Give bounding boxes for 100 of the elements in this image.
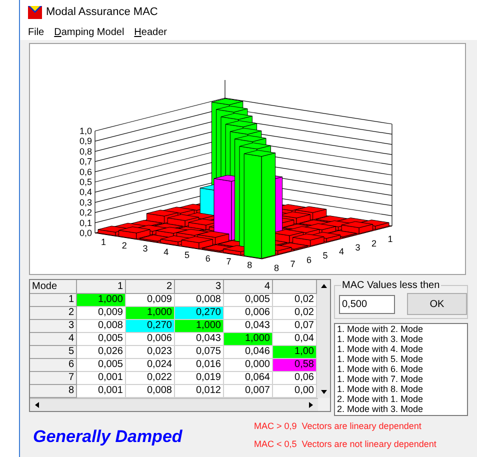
table-cell: 0,001 xyxy=(77,385,126,398)
axis-tick-label: 0,9 xyxy=(79,136,92,146)
table-cell: 0,009 xyxy=(77,307,126,320)
damping-label: Generally Damped xyxy=(32,426,184,448)
table-cell: 0,022 xyxy=(126,372,175,385)
axis-tick-label: 0,2 xyxy=(79,208,92,218)
axis-tick-label: 0,6 xyxy=(79,166,92,177)
axis-tick-label: 2 xyxy=(372,238,377,248)
threshold-field[interactable]: 0,500 xyxy=(339,294,395,314)
table-cell: 0,00 xyxy=(273,385,317,398)
list-item[interactable]: 1. Mode with 6. Mode xyxy=(337,364,467,374)
axis-tick-label: 6 xyxy=(205,253,210,264)
axis-tick-label: 5 xyxy=(184,250,190,260)
table-cell: 0,023 xyxy=(126,346,175,359)
axis-tick-label: 1 xyxy=(101,237,106,247)
table-cell: 0,043 xyxy=(224,320,273,333)
row-header: 3 xyxy=(30,320,77,333)
row-header: 2 xyxy=(30,307,77,320)
table-cell: 0,008 xyxy=(126,385,175,398)
column-header: Mode xyxy=(30,280,77,294)
table-cell: 0,009 xyxy=(126,294,175,307)
table-cell: 0,007 xyxy=(224,385,273,398)
table-cell: 1,000 xyxy=(77,294,126,307)
axis-tick-label: 4 xyxy=(164,246,169,257)
column-header: 1 xyxy=(77,280,126,294)
axis-tick-label: 6 xyxy=(306,254,312,265)
table-cell: 0,016 xyxy=(175,359,224,372)
scroll-up-icon[interactable] xyxy=(320,282,328,290)
table-cell: 1,000 xyxy=(224,333,273,346)
table-cell: 0,005 xyxy=(77,359,126,372)
window-title: Modal Assurance MAC xyxy=(46,4,158,20)
vertical-scrollbar[interactable] xyxy=(317,280,330,398)
list-item[interactable]: 2. Mode with 3. Mode xyxy=(337,404,467,414)
axis-tick-label: 0,5 xyxy=(79,177,92,187)
scroll-right-icon[interactable] xyxy=(307,401,315,409)
table-cell: 1,000 xyxy=(126,307,175,320)
axis-tick-label: 8 xyxy=(274,263,280,273)
menu-item[interactable]: Damping Model xyxy=(54,24,124,40)
horizontal-scrollbar[interactable] xyxy=(30,398,318,411)
column-header: 4 xyxy=(224,280,273,294)
menu-item[interactable]: Header xyxy=(134,24,167,40)
axis-tick-label: 0,4 xyxy=(79,187,92,198)
menu-item[interactable]: File xyxy=(28,24,44,40)
table-cell: 0,064 xyxy=(224,372,273,385)
table-cell: 0,02 xyxy=(273,294,317,307)
row-header: 6 xyxy=(30,359,77,372)
axis-tick-label: 1,0 xyxy=(79,126,92,136)
list-item[interactable]: 1. Mode with 8. Mode xyxy=(337,384,467,394)
table-cell: 0,000 xyxy=(224,359,273,372)
table-cell: 0,075 xyxy=(175,346,224,359)
table-cell: 0,58 xyxy=(273,359,317,372)
table-cell: 0,07 xyxy=(273,320,317,333)
row-header: 5 xyxy=(30,346,77,359)
axis-tick-label: 0,7 xyxy=(79,156,92,167)
list-item[interactable]: 1. Mode with 3. Mode xyxy=(337,334,467,344)
axis-tick-label: 0,1 xyxy=(79,218,92,228)
legend-text: MAC > 0,9 Vectors are lineary dependent xyxy=(254,420,422,433)
axis-tick-label: 0,3 xyxy=(79,197,92,208)
axis-tick-label: 7 xyxy=(226,256,232,266)
row-header: 7 xyxy=(30,372,77,385)
axis-tick-label: 7 xyxy=(290,258,296,269)
legend-text: MAC < 0,5 Vectors are not lineary dependent xyxy=(254,438,436,451)
axis-tick-label: 0,0 xyxy=(79,228,92,238)
list-item[interactable]: 1. Mode with 2. Mode xyxy=(337,324,467,334)
table-cell: 0,04 xyxy=(273,333,317,346)
table-cell: 0,019 xyxy=(175,372,224,385)
axis-tick-label: 1 xyxy=(388,234,393,244)
axis-tick-label: 4 xyxy=(339,246,344,256)
row-header: 1 xyxy=(30,294,77,307)
axis-tick-label: 3 xyxy=(355,242,360,252)
axis-tick-label: 5 xyxy=(322,250,328,261)
list-item[interactable]: 1. Mode with 4. Mode xyxy=(337,344,467,354)
list-item[interactable]: 1. Mode with 7. Mode xyxy=(337,374,467,384)
list-item[interactable]: 2. Mode with 1. Mode xyxy=(337,394,467,404)
table-cell: 0,02 xyxy=(273,307,317,320)
table-cell: 0,06 xyxy=(273,372,317,385)
table-cell: 0,012 xyxy=(175,385,224,398)
column-header: 2 xyxy=(126,280,175,294)
table-cell: 0,046 xyxy=(224,346,273,359)
table-cell: 0,026 xyxy=(77,346,126,359)
table-cell: 0,008 xyxy=(77,320,126,333)
axis-tick-label: 8 xyxy=(247,260,252,270)
table-cell: 0,001 xyxy=(77,372,126,385)
row-header: 8 xyxy=(30,385,77,398)
ok-button[interactable]: OK xyxy=(407,293,467,315)
row-header: 4 xyxy=(30,333,77,346)
app-logo-icon xyxy=(28,6,42,18)
table-cell: 0,024 xyxy=(126,359,175,372)
table-cell: 0,270 xyxy=(175,307,224,320)
table-cell: 0,005 xyxy=(77,333,126,346)
table-cell: 0,043 xyxy=(175,333,224,346)
scroll-left-icon[interactable] xyxy=(33,401,41,409)
table-cell: 1,00 xyxy=(273,346,317,359)
list-item[interactable]: 1. Mode with 5. Mode xyxy=(337,354,467,364)
scroll-down-icon[interactable] xyxy=(320,388,328,396)
axis-tick-label: 0,8 xyxy=(79,146,92,156)
axis-tick-label: 3 xyxy=(142,244,148,254)
table-cell: 1,000 xyxy=(175,320,224,333)
table-cell: 0,270 xyxy=(126,320,175,333)
table-cell: 0,006 xyxy=(126,333,175,346)
